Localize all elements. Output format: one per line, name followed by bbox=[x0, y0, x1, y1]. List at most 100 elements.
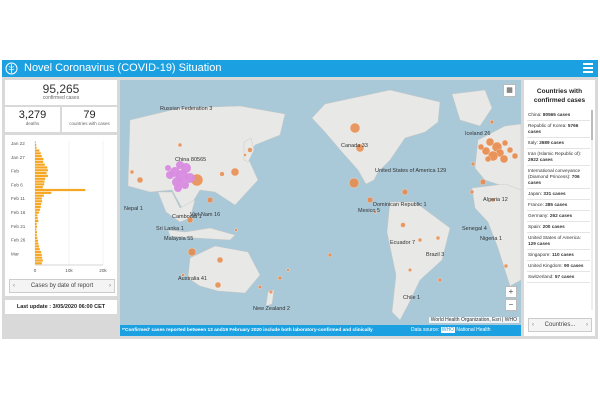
chart-bar[interactable] bbox=[35, 169, 48, 172]
chart-bar[interactable] bbox=[35, 205, 41, 209]
china-case-bubble[interactable] bbox=[166, 171, 174, 179]
chart-bar[interactable] bbox=[35, 242, 39, 245]
country-list-item[interactable]: United Kingdom: 90 cases bbox=[527, 261, 590, 272]
case-bubble[interactable] bbox=[470, 161, 476, 167]
chart-bar[interactable] bbox=[35, 186, 43, 189]
chart-bar[interactable] bbox=[35, 234, 37, 237]
chart-bar[interactable] bbox=[35, 245, 40, 248]
country-list-item[interactable]: United States of America: 129 cases bbox=[527, 233, 590, 250]
case-bubble[interactable] bbox=[348, 177, 360, 189]
chart-bar[interactable] bbox=[35, 166, 48, 169]
case-bubble[interactable] bbox=[234, 228, 238, 232]
chart-bar[interactable] bbox=[35, 222, 37, 225]
chart-bar[interactable] bbox=[35, 191, 52, 194]
chart-bar[interactable] bbox=[35, 177, 46, 180]
case-bubble[interactable] bbox=[243, 153, 247, 157]
case-bubble[interactable] bbox=[417, 237, 423, 243]
chart-bar[interactable] bbox=[35, 163, 45, 166]
case-bubble[interactable] bbox=[469, 189, 475, 195]
country-list-item[interactable]: Singapore: 110 cases bbox=[527, 250, 590, 261]
country-list-item[interactable]: Italy: 2689 cases bbox=[527, 138, 590, 149]
europe-case-bubble[interactable] bbox=[511, 152, 519, 160]
country-list-item[interactable]: Germany: 262 cases bbox=[527, 211, 590, 222]
case-bubble[interactable] bbox=[400, 222, 406, 228]
case-bubble[interactable] bbox=[277, 275, 283, 281]
chart-bar[interactable] bbox=[35, 180, 45, 183]
case-bubble[interactable] bbox=[489, 119, 495, 125]
country-list-item[interactable]: Republic of Korea: 5766 cases bbox=[527, 121, 590, 138]
country-list-item[interactable]: Switzerland: 57 cases bbox=[527, 272, 590, 283]
china-case-bubble[interactable] bbox=[165, 165, 171, 171]
chart-bar[interactable] bbox=[35, 236, 38, 240]
grid-view-icon[interactable]: ▦ bbox=[503, 84, 516, 97]
chart-bar[interactable] bbox=[35, 250, 42, 254]
country-list-item[interactable]: France: 285 cases bbox=[527, 200, 590, 211]
chart-bar[interactable] bbox=[35, 253, 42, 256]
countries-button[interactable]: ‹ Countries... › bbox=[528, 318, 592, 332]
chart-bar[interactable] bbox=[35, 228, 37, 231]
chart-bar[interactable] bbox=[35, 248, 40, 251]
chart-bar[interactable] bbox=[35, 149, 40, 152]
case-bubble[interactable] bbox=[258, 285, 262, 289]
case-bubble[interactable] bbox=[327, 252, 333, 258]
case-bubble[interactable] bbox=[503, 263, 509, 269]
chart-bar[interactable] bbox=[35, 143, 37, 147]
chart-bar[interactable] bbox=[35, 155, 42, 158]
country-list-scrollbar[interactable] bbox=[591, 110, 593, 310]
case-bubble[interactable] bbox=[177, 142, 183, 148]
china-case-bubble[interactable] bbox=[174, 184, 182, 192]
chart-bar[interactable] bbox=[35, 211, 40, 214]
map-canvas[interactable]: Russian Federation 3 China 80565 Nepal 1 Sr… bbox=[120, 80, 521, 336]
case-bubble[interactable] bbox=[247, 147, 253, 153]
cases-by-date-button[interactable]: ‹ Cases by date of report › bbox=[9, 279, 115, 293]
case-bubble[interactable] bbox=[479, 178, 487, 186]
case-bubble[interactable] bbox=[401, 188, 409, 196]
case-bubble[interactable] bbox=[349, 122, 361, 134]
case-bubble[interactable] bbox=[219, 171, 225, 177]
chart-bar[interactable] bbox=[35, 259, 43, 262]
chart-bar[interactable] bbox=[35, 174, 48, 178]
case-bubble[interactable] bbox=[286, 268, 290, 272]
chart-bar[interactable] bbox=[35, 183, 45, 186]
chart-bar[interactable] bbox=[35, 172, 47, 175]
chart-bar[interactable] bbox=[35, 160, 44, 163]
europe-case-bubble[interactable] bbox=[499, 154, 509, 164]
chart-bar[interactable] bbox=[35, 239, 39, 242]
data-source-badge[interactable]: WHO bbox=[440, 327, 455, 333]
country-list-item[interactable]: China: 80565 cases bbox=[527, 110, 590, 121]
case-bubble[interactable] bbox=[214, 281, 222, 289]
case-bubble[interactable] bbox=[129, 169, 135, 175]
case-bubble[interactable] bbox=[435, 235, 441, 241]
europe-case-bubble[interactable] bbox=[506, 146, 514, 154]
case-bubble[interactable] bbox=[269, 290, 273, 294]
chart-bar[interactable] bbox=[35, 208, 41, 211]
chart-bar[interactable] bbox=[35, 225, 38, 228]
world-map[interactable]: Russian Federation 3 China 80565 Nepal 1 Sr… bbox=[120, 80, 521, 336]
chart-bar[interactable] bbox=[35, 219, 39, 223]
chart-bar[interactable] bbox=[35, 194, 44, 197]
china-case-bubble[interactable] bbox=[181, 181, 189, 189]
scrollbar-thumb[interactable] bbox=[591, 110, 593, 140]
zoom-out-button[interactable]: − bbox=[505, 299, 517, 311]
chart-bar[interactable] bbox=[35, 262, 42, 265]
chart-bar[interactable] bbox=[35, 188, 86, 192]
chart-bar[interactable] bbox=[35, 217, 38, 220]
chart-bar[interactable] bbox=[35, 197, 42, 200]
country-list[interactable]: China: 80565 cases Republic of Korea: 576… bbox=[527, 110, 590, 283]
europe-case-bubble[interactable] bbox=[477, 143, 485, 151]
country-list-item[interactable]: Japan: 331 cases bbox=[527, 189, 590, 200]
chart-bar[interactable] bbox=[35, 157, 44, 161]
zoom-in-button[interactable]: + bbox=[505, 286, 517, 298]
case-bubble[interactable] bbox=[136, 176, 144, 184]
chart-bar[interactable] bbox=[35, 203, 42, 206]
case-bubble[interactable] bbox=[206, 196, 214, 204]
chart-bar[interactable] bbox=[35, 231, 38, 234]
chart-bar[interactable] bbox=[35, 200, 43, 203]
chart-bar[interactable] bbox=[35, 141, 36, 144]
case-bubble[interactable] bbox=[408, 268, 412, 272]
europe-case-bubble[interactable] bbox=[484, 155, 492, 163]
case-bubble[interactable] bbox=[437, 277, 443, 283]
country-list-item[interactable]: Iran (Islamic Republic of): 2922 cases bbox=[527, 149, 590, 166]
case-bubble[interactable] bbox=[230, 167, 240, 177]
europe-case-bubble[interactable] bbox=[501, 139, 509, 147]
